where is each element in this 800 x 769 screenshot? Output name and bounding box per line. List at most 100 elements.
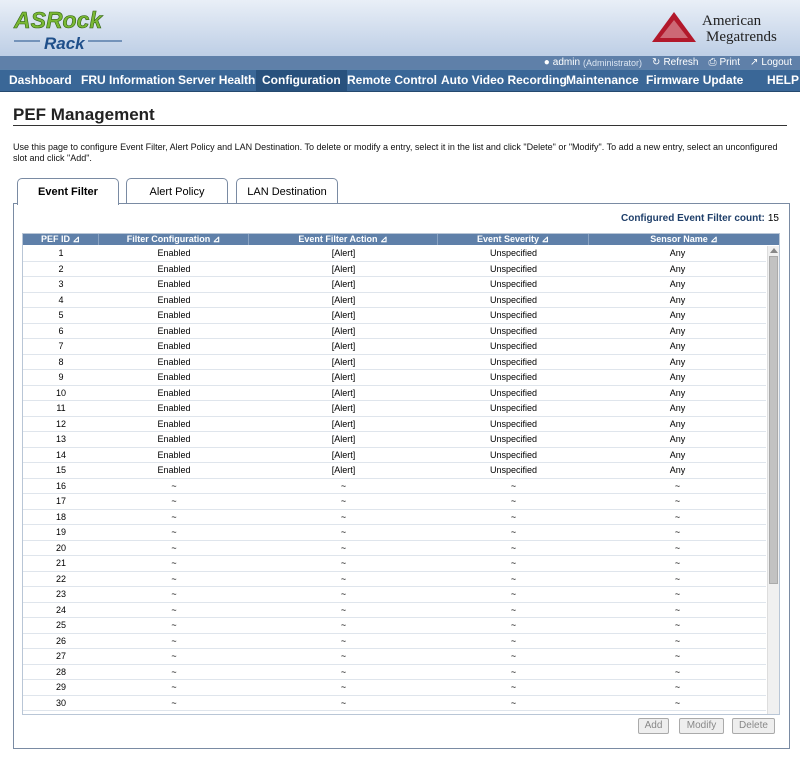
- modify-button[interactable]: Modify: [679, 718, 724, 734]
- table-cell: Any: [669, 449, 686, 460]
- table-cell: Unspecified: [489, 263, 538, 274]
- table-cell: Unspecified: [489, 372, 538, 382]
- sort-icon: ⊿: [710, 234, 718, 244]
- table-row[interactable]: 16 ~ ~ ~ ~: [23, 479, 766, 494]
- table-row[interactable]: 3 Enabled [Alert] Unspecified Any: [23, 277, 766, 293]
- table-scrollbar[interactable]: [767, 246, 779, 714]
- col-header-event-filter-action[interactable]: Event Filter Action ⊿: [249, 234, 438, 245]
- table-cell: [Alert]: [331, 418, 356, 429]
- tab-event-filter[interactable]: Event Filter: [17, 178, 119, 205]
- filter-count-value: 15: [767, 213, 779, 224]
- nav-help[interactable]: HELP: [767, 70, 799, 91]
- filter-count-label: Configured Event Filter count:: [620, 213, 765, 224]
- table-row[interactable]: 4 Enabled [Alert] Unspecified Any: [23, 293, 766, 308]
- logout-link[interactable]: ↗ Logout: [750, 57, 792, 68]
- table-row[interactable]: 13 Enabled [Alert] Unspecified Any: [23, 432, 766, 448]
- user-indicator: ● admin (Administrator): [544, 57, 642, 68]
- table-cell: ~: [171, 651, 177, 661]
- nav-configuration[interactable]: Configuration: [256, 70, 347, 91]
- add-button[interactable]: Add: [638, 718, 669, 734]
- table-cell: ~: [171, 542, 177, 553]
- table-cell: Unspecified: [489, 434, 538, 444]
- table-cell: [Alert]: [331, 248, 356, 258]
- table-row[interactable]: 12 Enabled [Alert] Unspecified Any: [23, 417, 766, 432]
- table-row[interactable]: 1 Enabled [Alert] Unspecified Any: [23, 246, 766, 262]
- table-cell: ~: [340, 542, 347, 553]
- main-nav: Dashboard FRU Information Server Health …: [0, 69, 800, 92]
- table-cell: Enabled: [157, 449, 191, 460]
- table-row[interactable]: 28 ~ ~ ~ ~: [23, 665, 766, 680]
- nav-server-health[interactable]: Server Health: [178, 70, 255, 91]
- table-cell: 7: [58, 341, 64, 351]
- refresh-label: Refresh: [663, 57, 699, 68]
- table-row[interactable]: 23 ~ ~ ~ ~: [23, 587, 766, 603]
- table-cell: ~: [340, 666, 347, 677]
- table-row[interactable]: 21 ~ ~ ~ ~: [23, 556, 766, 572]
- scroll-up-arrow-icon[interactable]: [770, 248, 778, 253]
- table-cell: ~: [674, 542, 681, 553]
- table-row[interactable]: 5 Enabled [Alert] Unspecified Any: [23, 308, 766, 324]
- nav-firmware-update[interactable]: Firmware Update: [646, 70, 743, 91]
- table-row[interactable]: 6 Enabled [Alert] Unspecified Any: [23, 324, 766, 339]
- nav-remote-control[interactable]: Remote Control: [347, 70, 437, 91]
- table-row[interactable]: 11 Enabled [Alert] Unspecified Any: [23, 401, 766, 417]
- table-row[interactable]: 29 ~ ~ ~ ~: [23, 680, 766, 696]
- table-cell: ~: [171, 666, 177, 677]
- col-header-pef-id[interactable]: PEF ID ⊿: [23, 234, 99, 245]
- table-cell: 13: [55, 434, 66, 444]
- nav-auto-video-recording[interactable]: Auto Video Recording: [441, 70, 567, 91]
- table-row[interactable]: 7 Enabled [Alert] Unspecified Any: [23, 339, 766, 355]
- table-body: 1 Enabled [Alert] Unspecified Any 2 Enabled [Al…: [23, 246, 766, 711]
- table-cell: 10: [55, 387, 66, 398]
- nav-fru-information[interactable]: FRU Information: [81, 70, 175, 91]
- table-row[interactable]: 14 Enabled [Alert] Unspecified Any: [23, 448, 766, 463]
- table-cell: [Alert]: [331, 294, 356, 305]
- scroll-thumb[interactable]: [769, 256, 778, 584]
- col-header-sensor-name[interactable]: Sensor Name ⊿: [589, 234, 779, 245]
- table-row[interactable]: 22 ~ ~ ~ ~: [23, 572, 766, 587]
- nav-dashboard[interactable]: Dashboard: [9, 70, 72, 91]
- table-row[interactable]: 10 Enabled [Alert] Unspecified Any: [23, 386, 766, 401]
- tab-lan-destination[interactable]: LAN Destination: [236, 178, 338, 204]
- table-cell: 15: [55, 465, 66, 475]
- table-row[interactable]: 9 Enabled [Alert] Unspecified Any: [23, 370, 766, 386]
- table-row[interactable]: 27 ~ ~ ~ ~: [23, 649, 766, 665]
- tab-alert-policy[interactable]: Alert Policy: [126, 178, 228, 204]
- print-link[interactable]: ⎙ Print: [708, 57, 740, 68]
- delete-button[interactable]: Delete: [732, 718, 775, 734]
- table-cell: ~: [171, 511, 177, 522]
- table-cell: Unspecified: [489, 418, 538, 429]
- table-cell: Enabled: [157, 279, 191, 289]
- table-cell: ~: [674, 496, 681, 506]
- table-cell: 20: [55, 542, 66, 553]
- table-cell: Unspecified: [489, 325, 538, 336]
- table-cell: 19: [55, 527, 66, 537]
- table-cell: 26: [55, 635, 66, 646]
- table-row[interactable]: 26 ~ ~ ~ ~: [23, 634, 766, 649]
- table-row[interactable]: 25 ~ ~ ~ ~: [23, 618, 766, 634]
- title-divider: [13, 125, 787, 126]
- nav-maintenance[interactable]: Maintenance: [566, 70, 639, 91]
- refresh-link[interactable]: ↻ Refresh: [652, 57, 698, 68]
- table-row[interactable]: 15 Enabled [Alert] Unspecified Any: [23, 463, 766, 479]
- col-header-filter-configuration[interactable]: Filter Configuration ⊿: [99, 234, 249, 245]
- table-cell: ~: [340, 511, 347, 522]
- col-header-event-severity[interactable]: Event Severity ⊿: [438, 234, 589, 245]
- table-row[interactable]: 24 ~ ~ ~ ~: [23, 603, 766, 618]
- sort-icon: ⊿: [72, 234, 81, 244]
- username: admin: [552, 57, 581, 68]
- table-cell: [Alert]: [331, 387, 356, 398]
- table-row[interactable]: 2 Enabled [Alert] Unspecified Any: [23, 262, 766, 277]
- table-row[interactable]: 19 ~ ~ ~ ~: [23, 525, 766, 541]
- table-cell: ~: [171, 480, 177, 491]
- table-cell: Enabled: [157, 434, 191, 444]
- col-label: Sensor Name: [650, 234, 708, 244]
- table-cell: ~: [510, 697, 517, 708]
- table-cell: [Alert]: [331, 279, 356, 289]
- table-row[interactable]: 30 ~ ~ ~ ~: [23, 696, 766, 711]
- table-row[interactable]: 8 Enabled [Alert] Unspecified Any: [23, 355, 766, 370]
- table-row[interactable]: 20 ~ ~ ~ ~: [23, 541, 766, 556]
- table-row[interactable]: 17 ~ ~ ~ ~: [23, 494, 766, 510]
- table-row[interactable]: 18 ~ ~ ~ ~: [23, 510, 766, 525]
- table-cell: Enabled: [157, 418, 191, 429]
